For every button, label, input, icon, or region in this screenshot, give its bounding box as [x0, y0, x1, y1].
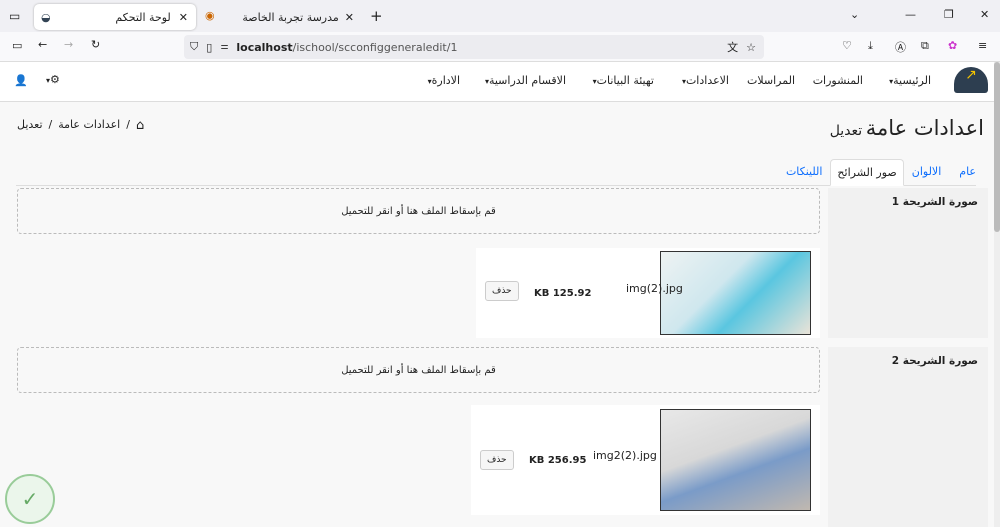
site-icon: ◉ [205, 9, 215, 22]
browser-toolbar: ▭ ← → ↻ ⛉ ▯ ⚌ localhost/ischool/scconfig… [0, 32, 1000, 62]
account-icon[interactable]: Ⓐ [895, 39, 906, 55]
close-icon[interactable]: ✕ [345, 11, 354, 24]
slide-2-dropzone[interactable]: قم بإسقاط الملف هنا أو انقر للتحميل [17, 347, 820, 393]
sidebar-icon[interactable]: ▭ [12, 39, 22, 52]
nav-home[interactable]: الرئيسية▾ [885, 74, 931, 87]
forward-button[interactable]: → [64, 38, 73, 51]
slide-1-file-card: img(2).jpg KB 125.92 حذف [476, 248, 820, 338]
url-bar[interactable]: ⛉ ▯ ⚌ localhost/ischool/scconfiggenerale… [184, 35, 764, 59]
tabs: عام الالوان صور الشرائح اللينكات [16, 158, 976, 186]
page-subtitle: تعديل [829, 123, 863, 139]
permissions-icon[interactable]: ⚌ [220, 42, 228, 52]
restore-button[interactable]: ❐ [944, 8, 954, 21]
slide-2-label: صورة الشريحة 2 [828, 347, 988, 527]
gauge-icon: ◒ [41, 10, 51, 24]
nav-messages[interactable]: المراسلات [747, 74, 795, 87]
user-icon[interactable]: 👤 [14, 74, 28, 87]
breadcrumb-item[interactable]: اعدادات عامة [58, 118, 120, 133]
breadcrumb: ⌂ / اعدادات عامة / تعديل [17, 118, 145, 133]
nav-admin[interactable]: الادارة▾ [424, 74, 460, 87]
delete-button[interactable]: حذف [485, 281, 519, 301]
nav-departments[interactable]: الاقسام الدراسية▾ [481, 74, 566, 87]
slide-1-label: صورة الشريحة 1 [828, 188, 988, 338]
page-title: اعدادات عامة تعديل [829, 116, 984, 140]
tab-title: مدرسة تجربة الخاصة [242, 10, 339, 24]
url-path: /ischool/scconfiggeneraledit/1 [292, 40, 458, 54]
nav-settings[interactable]: الاعدادات▾ [678, 74, 729, 87]
shield-icon: ⛉ [190, 40, 199, 53]
back-button[interactable]: ← [38, 38, 47, 51]
tab-slide-images[interactable]: صور الشرائح [830, 158, 904, 186]
settings-dropdown[interactable]: ▾⚙ [42, 73, 60, 86]
tab-overview-icon[interactable]: ▭ [9, 9, 20, 23]
browser-tab-active[interactable]: ◒ لوحة التحكم ✕ [34, 4, 196, 30]
shield-watermark-icon: ✓ [5, 474, 55, 524]
nav-data-setup[interactable]: تهيئة البيانات▾ [589, 74, 654, 87]
browser-tab-bar: ▭ ◒ لوحة التحكم ✕ ◉ مدرسة تجربة الخاصة ✕… [0, 0, 1000, 32]
new-tab-button[interactable]: + [370, 7, 383, 25]
url-host: localhost [236, 40, 293, 54]
tab-general[interactable]: عام [949, 165, 976, 178]
browser-tab[interactable]: مدرسة تجربة الخاصة ✕ [220, 4, 360, 30]
slide-2-file-card: img2(2).jpg KB 256.95 حذف [471, 405, 820, 515]
download-icon[interactable]: ⤓ [868, 39, 873, 53]
nav-posts[interactable]: المنشورات [813, 74, 863, 87]
file-name: img(2).jpg [626, 282, 683, 295]
delete-button[interactable]: حذف [480, 450, 514, 470]
file-size: KB 256.95 [529, 455, 587, 466]
close-icon[interactable]: ✕ [179, 11, 188, 24]
close-window-button[interactable]: ✕ [980, 8, 989, 21]
extensions-icon[interactable]: ⧉ [921, 39, 929, 53]
chevron-down-icon[interactable]: ⌄ [850, 8, 859, 21]
slide-1-dropzone[interactable]: قم بإسقاط الملف هنا أو انقر للتحميل [17, 188, 820, 234]
pocket-icon[interactable]: ♡ [842, 39, 852, 52]
slide-2-thumbnail [660, 409, 811, 511]
minimize-button[interactable]: — [905, 8, 916, 21]
menu-icon[interactable]: ≡ [978, 39, 987, 52]
breadcrumb-item: تعديل [17, 118, 43, 131]
tab-colors[interactable]: الالوان [904, 165, 950, 178]
bookmark-star-icon[interactable]: ☆ [746, 41, 756, 54]
file-name: img2(2).jpg [593, 449, 657, 462]
translate-icon[interactable]: 文 [727, 39, 738, 55]
color-extension-icon[interactable]: ✿ [948, 39, 957, 52]
file-size: KB 125.92 [534, 288, 592, 299]
scrollbar[interactable] [994, 62, 1000, 527]
tab-title: لوحة التحكم [115, 10, 171, 24]
reload-button[interactable]: ↻ [91, 38, 100, 51]
tab-links[interactable]: اللينكات [778, 165, 830, 178]
logo-gauge-icon[interactable]: ↗ [954, 67, 988, 93]
home-icon[interactable]: ⌂ [136, 118, 144, 133]
page-icon: ▯ [206, 40, 213, 54]
